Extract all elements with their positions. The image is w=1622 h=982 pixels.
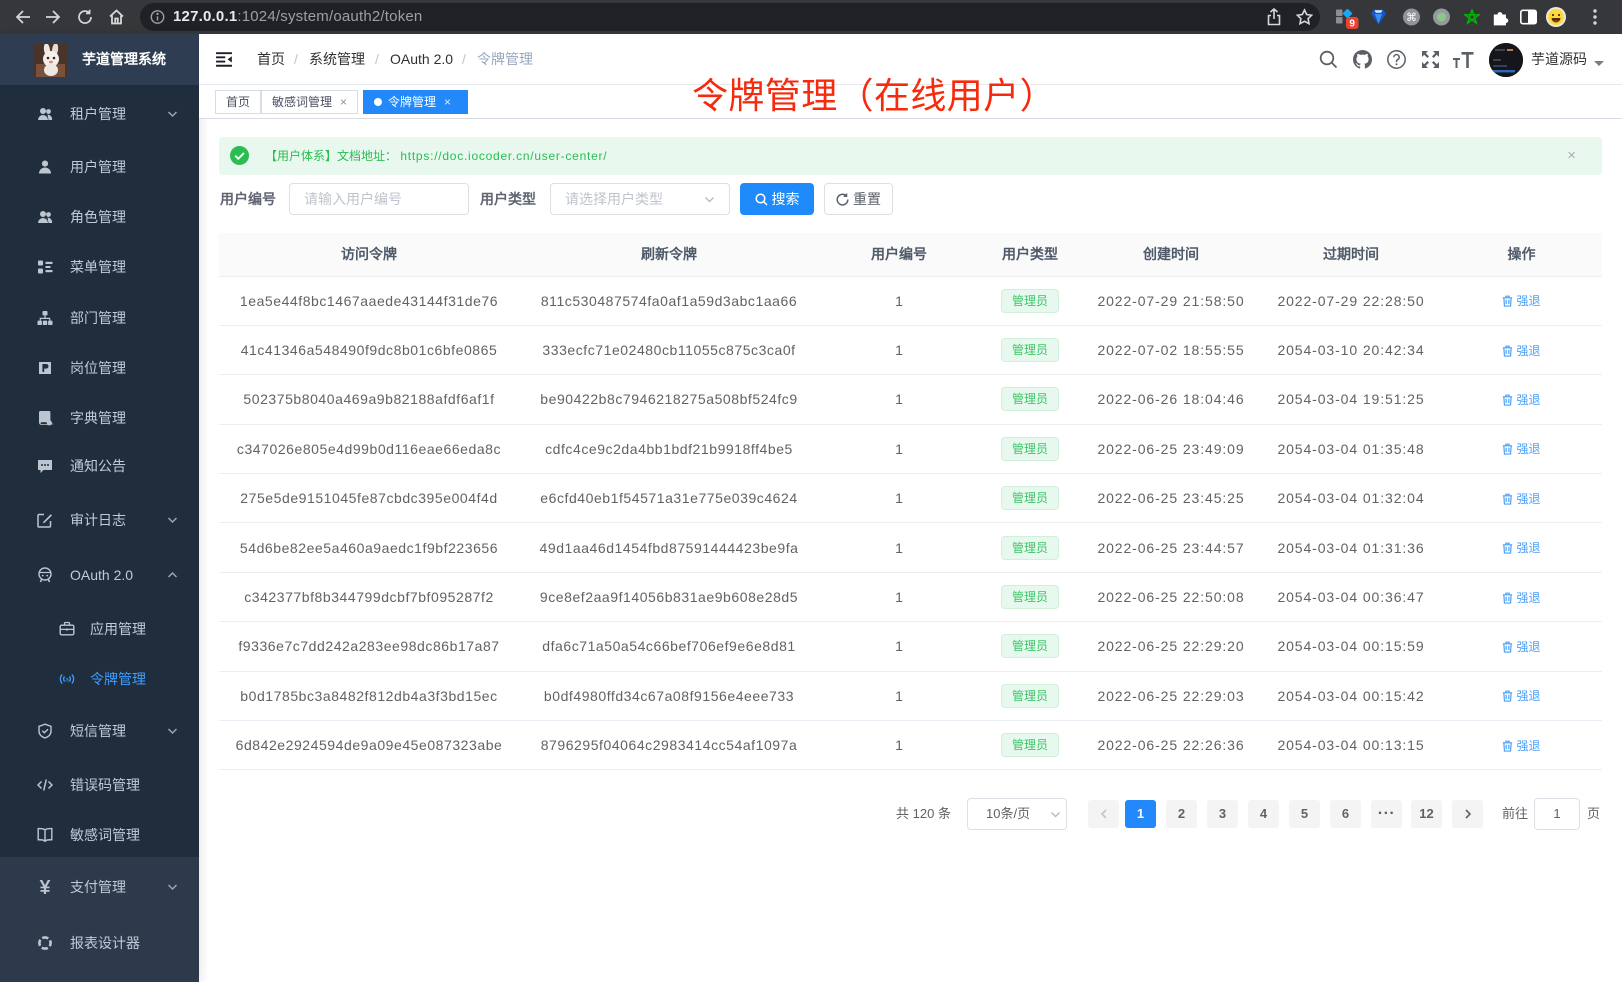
svg-text:⌘: ⌘	[1406, 12, 1417, 24]
svg-text:9: 9	[1349, 19, 1355, 30]
svg-text:a: a	[65, 676, 69, 683]
